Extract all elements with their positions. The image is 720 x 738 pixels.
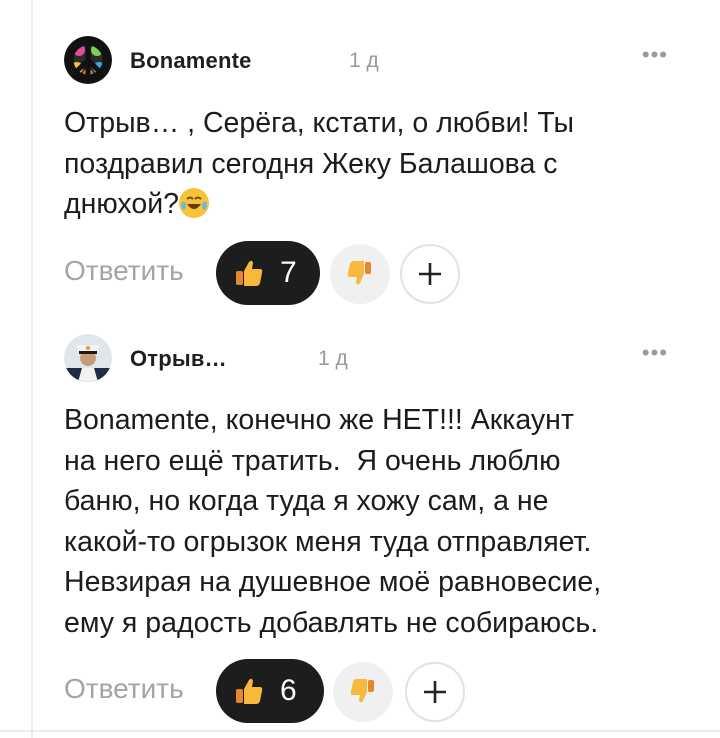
laughing-tears-emoji-icon: [178, 188, 209, 218]
reply-button[interactable]: Ответить: [64, 255, 184, 287]
timestamp: 1 д: [349, 49, 379, 72]
like-button[interactable]: 6: [216, 659, 324, 723]
like-button[interactable]: 7: [216, 240, 320, 305]
comment-line: поздравил сегодня Жеку Балашова с: [64, 147, 558, 180]
comment-actions: Ответить 7: [64, 240, 720, 305]
more-options-icon[interactable]: •••: [642, 340, 668, 366]
comment-line: Невзирая на душевное моё равновесие,: [64, 566, 602, 598]
sailor-avatar-icon: [64, 334, 112, 382]
thumbs-down-icon: [348, 677, 378, 707]
like-count: 7: [280, 255, 297, 289]
author-name[interactable]: Отрыв…: [130, 346, 227, 372]
timestamp: 1 д: [318, 347, 348, 370]
plus-icon: [417, 261, 443, 287]
comment: Отрыв… 1 д ••• Bonamente, конечно же НЕТ…: [64, 334, 720, 723]
comment-header: Bonamente 1 д •••: [64, 36, 720, 86]
comment-text: Отрыв… , Серёга, кстати, о любви! Ты поз…: [64, 103, 674, 225]
avatar[interactable]: [64, 36, 112, 84]
comment-line-last: днюхой?: [64, 184, 674, 225]
dislike-button[interactable]: [330, 243, 390, 304]
comment-actions: Ответить 6: [64, 659, 720, 723]
thread-line: [31, 0, 33, 738]
comment-header: Отрыв… 1 д •••: [64, 334, 720, 384]
comment-line: какой-то огрызок меня туда отправляет.: [64, 525, 592, 558]
comment-line: баню, но когда туда я хожу сам, а не: [64, 485, 549, 517]
add-reaction-button[interactable]: [400, 243, 460, 304]
add-reaction-button[interactable]: [405, 662, 465, 722]
peace-sign-avatar-icon: [64, 36, 112, 84]
divider: [0, 730, 720, 732]
reply-button[interactable]: Ответить: [64, 673, 184, 705]
comment-line: на него ещё тратить. Я очень люблю: [64, 444, 561, 477]
avatar[interactable]: [64, 334, 112, 382]
comment: Bonamente 1 д ••• Отрыв… , Серёга, кстат…: [64, 36, 720, 305]
more-options-icon[interactable]: •••: [642, 42, 668, 68]
author-name[interactable]: Bonamente: [130, 48, 252, 74]
comment-line: Bonamente, конечно же НЕТ!!! Аккаунт: [64, 404, 574, 436]
like-count: 6: [280, 674, 297, 707]
comment-line-text: днюхой?: [64, 188, 179, 220]
plus-icon: [422, 679, 448, 705]
thumbs-up-icon: [232, 674, 266, 708]
comment-line: ему я радость добавлять не собираюсь.: [64, 606, 599, 639]
thumbs-up-icon: [232, 256, 266, 290]
thumbs-down-icon: [345, 259, 375, 289]
comment-line: Отрыв… , Серёга, кстати, о любви! Ты: [64, 107, 574, 139]
comment-text: Bonamente, конечно же НЕТ!!! Аккаунт на …: [64, 400, 694, 643]
dislike-button[interactable]: [333, 662, 393, 722]
